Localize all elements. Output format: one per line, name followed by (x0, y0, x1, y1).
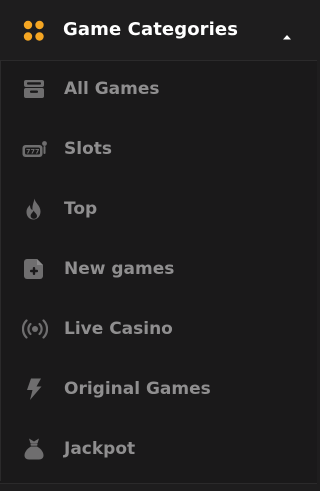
header-title: Game Categories (63, 19, 239, 40)
category-item-jackpot[interactable]: Jackpot (1, 421, 317, 477)
game-categories-panel: Game Categories All Games 777 Slots Top … (0, 0, 317, 491)
category-label: Jackpot (64, 439, 136, 459)
grid-dots-icon (23, 20, 45, 42)
category-item-original-games[interactable]: Original Games (1, 361, 317, 417)
category-item-top[interactable]: Top (1, 181, 317, 237)
new-document-icon (22, 257, 46, 281)
archive-box-icon (22, 77, 46, 101)
category-label: Original Games (64, 379, 211, 399)
lightning-bolt-icon (22, 377, 46, 401)
category-label: Top (64, 199, 98, 219)
category-label: Live Casino (64, 319, 173, 339)
money-bag-icon (22, 437, 46, 461)
live-broadcast-icon (21, 317, 49, 341)
category-item-live-casino[interactable]: Live Casino (1, 301, 317, 357)
flame-icon (22, 197, 46, 221)
category-item-slots[interactable]: 777 Slots (1, 121, 317, 177)
category-item-new-games[interactable]: New games (1, 241, 317, 297)
category-item-all-games[interactable]: All Games (1, 61, 317, 117)
game-categories-header[interactable]: Game Categories (0, 0, 317, 61)
category-list: All Games 777 Slots Top New games Live C… (0, 61, 317, 481)
bottom-divider (0, 483, 317, 491)
category-label: New games (64, 259, 175, 279)
category-label: Slots (64, 139, 112, 159)
svg-text:777: 777 (26, 148, 40, 156)
category-label: All Games (64, 79, 160, 99)
caret-up-icon[interactable] (282, 26, 292, 40)
slot-machine-icon: 777 (22, 137, 47, 161)
